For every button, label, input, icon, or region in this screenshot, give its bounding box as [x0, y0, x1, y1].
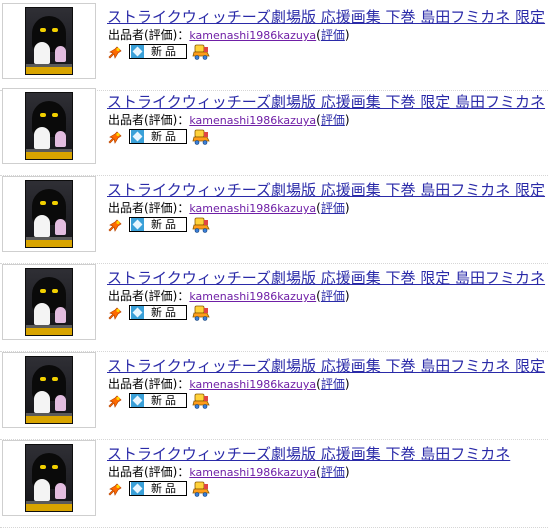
listing-row: ストライクウィッチーズ劇場版 応援画集 下巻 島田フミカネ 限定 出品者(評価)…: [0, 352, 548, 440]
listing-row: ストライクウィッチーズ劇場版 応援画集 下巻 限定 島田フミカネ 出品者(評価)…: [0, 88, 548, 176]
listing-row: ストライクウィッチーズ劇場版 応援画集 下巻 限定 島田フミカネ 出品者(評価)…: [0, 264, 548, 352]
seller-rating-link[interactable]: 評価: [321, 113, 345, 127]
new-badge-label: 新品: [151, 218, 179, 231]
new-item-badge: 新品: [129, 217, 187, 232]
listing-title-link[interactable]: ストライクウィッチーズ劇場版 応援画集 下巻 限定 島田フミカネ: [107, 269, 545, 287]
paren-close: ): [344, 28, 350, 42]
seller-rating-link[interactable]: 評価: [321, 201, 345, 215]
shipping-icon: [192, 44, 210, 60]
listing-thumbnail[interactable]: [2, 88, 96, 164]
artbook-cover-image: [25, 92, 73, 160]
new-badge-square-icon: [131, 482, 144, 495]
paren-close: ): [344, 201, 350, 215]
seller-name-link[interactable]: kamenashi1986kazuya: [189, 114, 316, 127]
listing-row: ストライクウィッチーズ劇場版 応援画集 下巻 島田フミカネ 限定 出品者(評価)…: [0, 176, 548, 264]
artbook-cover-image: [25, 268, 73, 336]
shipping-icon: [192, 305, 210, 321]
seller-label: 出品者(評価)：: [108, 113, 190, 127]
listing-thumbnail[interactable]: [2, 440, 96, 516]
pushpin-icon: [108, 483, 122, 496]
shipping-icon: [192, 217, 210, 233]
new-badge-square-icon: [131, 394, 144, 407]
new-item-badge: 新品: [129, 393, 187, 408]
pushpin-icon: [108, 131, 122, 144]
new-item-badge: 新品: [129, 44, 187, 59]
new-badge-square-icon: [131, 306, 144, 319]
shipping-icon: [192, 129, 210, 145]
listing-row: ストライクウィッチーズ劇場版 応援画集 下巻 島田フミカネ 限定 出品者(評価)…: [0, 3, 548, 91]
paren-close: ): [344, 377, 350, 391]
listing-title-link[interactable]: ストライクウィッチーズ劇場版 応援画集 下巻 島田フミカネ: [107, 445, 510, 463]
listing-title-link[interactable]: ストライクウィッチーズ劇場版 応援画集 下巻 島田フミカネ 限定: [107, 181, 545, 199]
listing-thumbnail[interactable]: [2, 3, 96, 79]
listing-results: ストライクウィッチーズ劇場版 応援画集 下巻 島田フミカネ 限定 出品者(評価)…: [0, 0, 548, 528]
seller-label: 出品者(評価)：: [108, 28, 190, 42]
seller-line: 出品者(評価)：kamenashi1986kazuya(評価): [108, 464, 350, 481]
artbook-cover-image: [25, 7, 73, 75]
seller-rating-link[interactable]: 評価: [321, 28, 345, 42]
seller-name-link[interactable]: kamenashi1986kazuya: [189, 290, 316, 303]
new-item-badge: 新品: [129, 481, 187, 496]
paren-close: ): [344, 289, 350, 303]
new-badge-label: 新品: [151, 45, 179, 58]
shipping-icon: [192, 393, 210, 409]
seller-label: 出品者(評価)：: [108, 377, 190, 391]
seller-rating-link[interactable]: 評価: [321, 377, 345, 391]
seller-label: 出品者(評価)：: [108, 465, 190, 479]
new-item-badge: 新品: [129, 305, 187, 320]
new-item-badge: 新品: [129, 129, 187, 144]
pushpin-icon: [108, 46, 122, 59]
shipping-icon: [192, 481, 210, 497]
listing-title-link[interactable]: ストライクウィッチーズ劇場版 応援画集 下巻 島田フミカネ 限定: [107, 357, 545, 375]
seller-rating-link[interactable]: 評価: [321, 465, 345, 479]
artbook-cover-image: [25, 356, 73, 424]
new-badge-square-icon: [131, 130, 144, 143]
seller-line: 出品者(評価)：kamenashi1986kazuya(評価): [108, 376, 350, 393]
listing-title-link[interactable]: ストライクウィッチーズ劇場版 応援画集 下巻 限定 島田フミカネ: [107, 93, 545, 111]
pushpin-icon: [108, 395, 122, 408]
listing-thumbnail[interactable]: [2, 264, 96, 340]
seller-label: 出品者(評価)：: [108, 201, 190, 215]
seller-name-link[interactable]: kamenashi1986kazuya: [189, 378, 316, 391]
new-badge-label: 新品: [151, 130, 179, 143]
listing-thumbnail[interactable]: [2, 176, 96, 252]
new-badge-label: 新品: [151, 394, 179, 407]
seller-line: 出品者(評価)：kamenashi1986kazuya(評価): [108, 200, 350, 217]
seller-line: 出品者(評価)：kamenashi1986kazuya(評価): [108, 27, 350, 44]
listing-title-link[interactable]: ストライクウィッチーズ劇場版 応援画集 下巻 島田フミカネ 限定: [107, 8, 545, 26]
new-badge-square-icon: [131, 218, 144, 231]
new-badge-label: 新品: [151, 306, 179, 319]
listing-row: ストライクウィッチーズ劇場版 応援画集 下巻 島田フミカネ 出品者(評価)：ka…: [0, 440, 548, 528]
pushpin-icon: [108, 307, 122, 320]
artbook-cover-image: [25, 180, 73, 248]
seller-name-link[interactable]: kamenashi1986kazuya: [189, 466, 316, 479]
new-badge-label: 新品: [151, 482, 179, 495]
seller-line: 出品者(評価)：kamenashi1986kazuya(評価): [108, 112, 350, 129]
seller-name-link[interactable]: kamenashi1986kazuya: [189, 29, 316, 42]
seller-label: 出品者(評価)：: [108, 289, 190, 303]
listing-thumbnail[interactable]: [2, 352, 96, 428]
seller-rating-link[interactable]: 評価: [321, 289, 345, 303]
artbook-cover-image: [25, 444, 73, 512]
pushpin-icon: [108, 219, 122, 232]
paren-close: ): [344, 113, 350, 127]
seller-name-link[interactable]: kamenashi1986kazuya: [189, 202, 316, 215]
new-badge-square-icon: [131, 45, 144, 58]
paren-close: ): [344, 465, 350, 479]
seller-line: 出品者(評価)：kamenashi1986kazuya(評価): [108, 288, 350, 305]
